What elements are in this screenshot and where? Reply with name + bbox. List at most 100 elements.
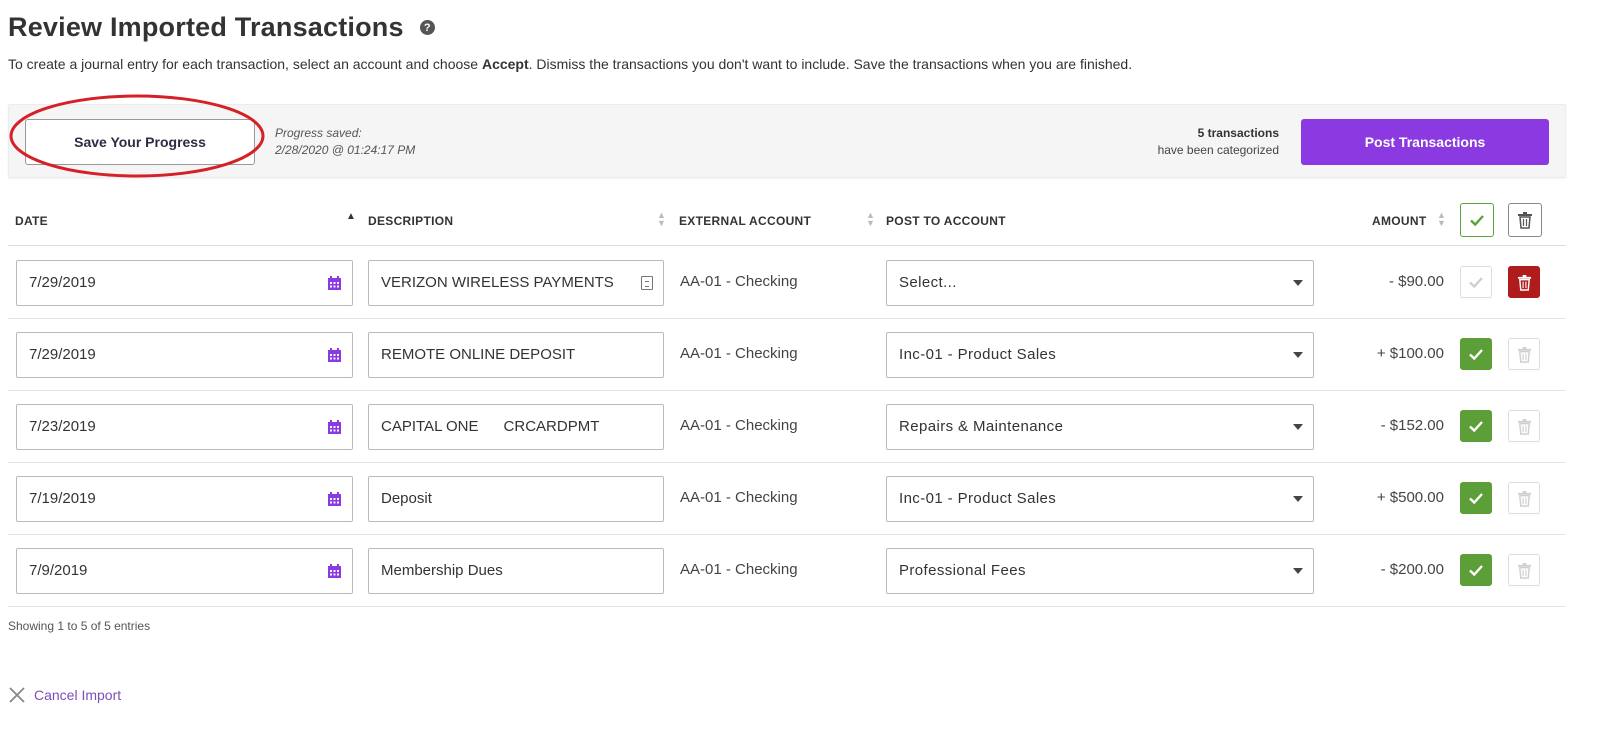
page-title: Review Imported Transactions <box>8 12 404 42</box>
check-icon <box>1470 215 1484 227</box>
table-row: 7/19/2019 Deposit AA-01 - Checking Inc-01 -… <box>8 463 1566 535</box>
description-value: Deposit <box>381 490 432 507</box>
chevron-down-icon <box>1293 496 1303 502</box>
post-to-account-value: Inc-01 - Product Sales <box>899 490 1057 507</box>
post-to-account-select[interactable]: Repairs & Maintenance <box>886 404 1314 450</box>
date-input[interactable]: 7/23/2019 <box>16 404 353 450</box>
cancel-import-label: Cancel Import <box>34 687 122 703</box>
dismiss-button[interactable] <box>1508 482 1540 514</box>
calendar-icon[interactable] <box>327 419 342 435</box>
calendar-icon[interactable] <box>327 347 342 363</box>
trash-icon <box>1517 274 1531 291</box>
sort-icon[interactable]: ▲ ▼ <box>1437 211 1446 228</box>
table-row: 7/29/2019 REMOTE ONLINE DEPOSIT AA-01 - Ch… <box>8 319 1566 391</box>
categorized-text: have been categorized <box>1157 143 1279 157</box>
post-transactions-button[interactable]: Post Transactions <box>1301 119 1549 165</box>
post-to-account-select[interactable]: Professional Fees <box>886 548 1314 594</box>
header-description[interactable]: DESCRIPTION <box>368 214 453 228</box>
amount: - $152.00 <box>1380 417 1444 434</box>
progress-saved-label: Progress saved: <box>275 126 362 140</box>
memo-icon[interactable] <box>641 276 653 290</box>
dismiss-button[interactable] <box>1508 266 1540 298</box>
calendar-icon[interactable] <box>327 491 342 507</box>
accept-button[interactable] <box>1460 482 1492 514</box>
chevron-down-icon <box>1293 424 1303 430</box>
accept-button[interactable] <box>1460 266 1492 298</box>
external-account: AA-01 - Checking <box>680 273 798 290</box>
accept-button[interactable] <box>1460 554 1492 586</box>
description-input[interactable]: Membership Dues <box>368 548 664 594</box>
post-to-account-select[interactable]: Select... <box>886 260 1314 306</box>
date-input[interactable]: 7/19/2019 <box>16 476 353 522</box>
post-to-account-select[interactable]: Inc-01 - Product Sales <box>886 476 1314 522</box>
trash-icon <box>1518 212 1532 229</box>
sort-icon[interactable]: ▲ ▼ <box>866 211 875 228</box>
intro-bold: Accept <box>481 56 529 72</box>
intro-text: To create a journal entry for each trans… <box>8 56 1132 72</box>
header-external-account[interactable]: EXTERNAL ACCOUNT <box>679 214 811 228</box>
cancel-import-link[interactable]: Cancel Import <box>8 686 121 704</box>
close-icon <box>9 687 25 703</box>
description-value: VERIZON WIRELESS PAYMENTS <box>381 274 614 291</box>
table-row: 7/23/2019 CAPITAL ONE CRCARDPMT AA-01 - Ch… <box>8 391 1566 463</box>
entries-info: Showing 1 to 5 of 5 entries <box>8 619 151 633</box>
progress-saved-time: 2/28/2020 @ 01:24:17 PM <box>275 143 416 157</box>
intro-after: . Dismiss the transactions you don't wan… <box>528 56 1133 72</box>
date-value: 7/29/2019 <box>29 346 96 363</box>
description-input[interactable]: CAPITAL ONE CRCARDPMT <box>368 404 664 450</box>
header-post-to-account[interactable]: POST TO ACCOUNT <box>886 214 1006 228</box>
amount: - $200.00 <box>1380 561 1444 578</box>
chevron-down-icon <box>1293 568 1303 574</box>
date-input[interactable]: 7/9/2019 <box>16 548 353 594</box>
header-amount[interactable]: AMOUNT <box>1372 214 1426 228</box>
post-to-account-value: Repairs & Maintenance <box>899 418 1064 435</box>
trash-icon <box>1517 490 1531 507</box>
help-icon[interactable]: ? <box>419 20 435 35</box>
description-input[interactable]: REMOTE ONLINE DEPOSIT <box>368 332 664 378</box>
description-value: Membership Dues <box>381 562 503 579</box>
post-to-account-value: Select... <box>899 274 957 291</box>
table-row: 7/9/2019 Membership Dues AA-01 - Checking P… <box>8 535 1566 607</box>
amount: - $90.00 <box>1388 273 1444 290</box>
accept-button[interactable] <box>1460 338 1492 370</box>
check-icon <box>1469 277 1483 289</box>
table-header: DATE ▲ DESCRIPTION ▲ ▼ EXTERNAL ACCOUNT ▲… <box>8 196 1566 246</box>
external-account: AA-01 - Checking <box>680 417 798 434</box>
chevron-down-icon <box>1293 352 1303 358</box>
description-input[interactable]: Deposit <box>368 476 664 522</box>
calendar-icon[interactable] <box>327 563 342 579</box>
post-to-account-select[interactable]: Inc-01 - Product Sales <box>886 332 1314 378</box>
accept-all-button[interactable] <box>1460 203 1494 237</box>
table-row: 7/29/2019 VERIZON WIRELESS PAYMENTS AA-01 … <box>8 247 1566 319</box>
check-icon <box>1469 493 1483 505</box>
save-progress-button[interactable]: Save Your Progress <box>25 119 255 165</box>
dismiss-all-button[interactable] <box>1508 203 1542 237</box>
trash-icon <box>1517 346 1531 363</box>
amount: + $500.00 <box>1376 489 1444 506</box>
post-to-account-value: Inc-01 - Product Sales <box>899 346 1057 363</box>
post-to-account-value: Professional Fees <box>899 562 1026 579</box>
dismiss-button[interactable] <box>1508 338 1540 370</box>
header-date[interactable]: DATE <box>15 214 48 228</box>
categorized-count: 5 transactions <box>1197 126 1279 140</box>
check-icon <box>1469 565 1483 577</box>
accept-button[interactable] <box>1460 410 1492 442</box>
date-input[interactable]: 7/29/2019 <box>16 260 353 306</box>
dismiss-button[interactable] <box>1508 554 1540 586</box>
calendar-icon[interactable] <box>327 275 342 291</box>
sort-icon[interactable]: ▲ ▼ <box>657 211 666 228</box>
description-value: REMOTE ONLINE DEPOSIT <box>381 346 576 363</box>
title-row: Review Imported Transactions ? <box>8 12 435 43</box>
intro-before: To create a journal entry for each trans… <box>8 56 482 72</box>
description-input[interactable]: VERIZON WIRELESS PAYMENTS <box>368 260 664 306</box>
date-value: 7/19/2019 <box>29 490 96 507</box>
external-account: AA-01 - Checking <box>680 489 798 506</box>
dismiss-button[interactable] <box>1508 410 1540 442</box>
date-value: 7/29/2019 <box>29 274 96 291</box>
progress-saved-info: Progress saved: 2/28/2020 @ 01:24:17 PM <box>275 125 415 159</box>
trash-icon <box>1517 418 1531 435</box>
chevron-down-icon <box>1293 280 1303 286</box>
external-account: AA-01 - Checking <box>680 561 798 578</box>
sort-asc-icon[interactable]: ▲ <box>346 212 356 222</box>
date-input[interactable]: 7/29/2019 <box>16 332 353 378</box>
